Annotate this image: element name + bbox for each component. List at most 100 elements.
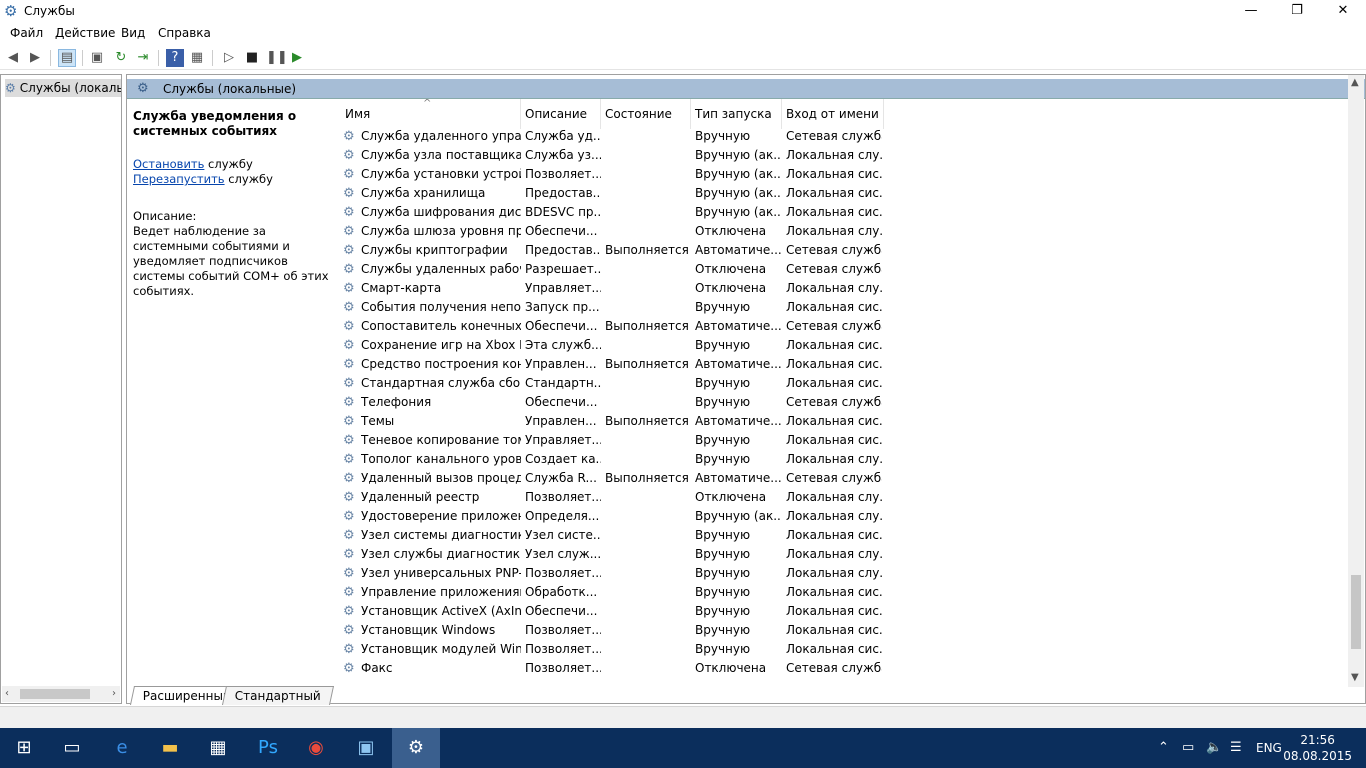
language-indicator[interactable]: ENG: [1256, 728, 1282, 768]
table-row[interactable]: ⚙ Служба узла поставщика ... Служба уз... В…: [341, 146, 1101, 165]
table-row[interactable]: ⚙ Удостоверение приложения Определя... Вруч…: [341, 507, 1101, 526]
maximize-button[interactable]: ❐: [1274, 0, 1320, 24]
store-icon[interactable]: ▦: [194, 728, 242, 768]
close-button[interactable]: ✕: [1320, 0, 1366, 24]
show-console-tree-icon[interactable]: ▤: [58, 49, 76, 67]
table-row[interactable]: ⚙ Служба шлюза уровня пр... Обеспечи... Отк…: [341, 222, 1101, 241]
stop-link-suffix: службу: [204, 157, 253, 171]
table-row[interactable]: ⚙ Удаленный вызов процеду... Служба R... Вы…: [341, 469, 1101, 488]
stop-service-icon[interactable]: ■: [243, 49, 261, 67]
table-row[interactable]: ⚙ События получения непо... Запуск пр... Вр…: [341, 298, 1101, 317]
table-row[interactable]: ⚙ Узел универсальных PNP-... Позволяет... В…: [341, 564, 1101, 583]
pause-service-icon[interactable]: ❚❚: [266, 49, 288, 67]
table-row[interactable]: ⚙ Телефония Обеспечи... Вручную Сетевая служ…: [341, 393, 1101, 412]
photoshop-icon[interactable]: Ps: [244, 728, 292, 768]
scrollbar-thumb[interactable]: [20, 689, 90, 699]
scroll-left-icon[interactable]: ‹: [5, 686, 9, 702]
table-row[interactable]: ⚙ Узел службы диагностики Узел служ... Вруч…: [341, 545, 1101, 564]
properties-icon[interactable]: ▣: [88, 49, 106, 67]
export-list-icon[interactable]: ⇥: [134, 49, 152, 67]
table-row[interactable]: ⚙ Служба удаленного управ... Служба уд... В…: [341, 127, 1101, 146]
network-icon[interactable]: ▭: [1182, 728, 1194, 768]
refresh-icon[interactable]: ↻: [112, 49, 130, 67]
menu-file[interactable]: Файл: [10, 26, 43, 40]
table-row[interactable]: ⚙ Служба шифрования диск... BDESVC пр... Вр…: [341, 203, 1101, 222]
table-row[interactable]: ⚙ Узел системы диагностики Узел систе... Вр…: [341, 526, 1101, 545]
edge-browser-icon[interactable]: e: [98, 728, 146, 768]
stop-service-link[interactable]: Остановить: [133, 157, 204, 171]
table-row[interactable]: ⚙ Удаленный реестр Позволяет... Отключена Ло…: [341, 488, 1101, 507]
service-description: Определя...: [525, 509, 600, 523]
file-explorer-icon[interactable]: ▬: [146, 728, 194, 768]
service-gear-icon: ⚙: [343, 604, 355, 619]
table-row[interactable]: ⚙ Служба хранилища Предостав... Вручную (ак…: [341, 184, 1101, 203]
scrollbar-thumb[interactable]: [1351, 575, 1361, 649]
service-logon-as: Сетевая служба: [786, 243, 882, 257]
table-row[interactable]: ⚙ Сопоставитель конечных ... Обеспечи... Вы…: [341, 317, 1101, 336]
menu-view[interactable]: Вид: [121, 26, 145, 40]
clock-time: 21:56: [1300, 733, 1335, 747]
scroll-up-icon[interactable]: ▲: [1351, 77, 1359, 88]
table-row[interactable]: ⚙ Установщик ActiveX (AxIns... Обеспечи...…: [341, 602, 1101, 621]
column-header-logon[interactable]: Вход от имени: [782, 99, 884, 129]
table-row[interactable]: ⚙ Служба установки устрой... Позволяет... В…: [341, 165, 1101, 184]
table-row[interactable]: ⚙ Тополог канального уровня Создает ка... В…: [341, 450, 1101, 469]
start-windows-icon[interactable]: ⊞: [0, 728, 48, 768]
volume-icon[interactable]: 🔈: [1206, 728, 1222, 768]
service-name: Службы криптографии: [361, 243, 508, 257]
scroll-right-icon[interactable]: ›: [112, 686, 116, 702]
service-state: [605, 393, 691, 412]
chrome-icon[interactable]: ◉: [292, 728, 340, 768]
minimize-button[interactable]: —: [1228, 0, 1274, 24]
table-row[interactable]: ⚙ Факс Позволяет... Отключена Сетевая служба: [341, 659, 1101, 678]
services-taskbar-gear-icon[interactable]: ⚙: [392, 728, 440, 768]
sort-ascending-icon: ^: [423, 99, 432, 109]
action-pane-icon[interactable]: ▦: [188, 49, 206, 67]
table-row[interactable]: ⚙ Установщик модулей Win... Позволяет... Вр…: [341, 640, 1101, 659]
list-vertical-scrollbar[interactable]: ▲ ▼: [1348, 75, 1364, 687]
tab-standard[interactable]: Стандартный: [221, 686, 334, 705]
column-header-description[interactable]: Описание: [521, 99, 601, 129]
tree-item-services-local[interactable]: ⚙ Службы (локалы: [5, 79, 121, 97]
tree-horizontal-scrollbar[interactable]: ‹ ›: [2, 686, 120, 702]
action-center-icon[interactable]: ☰: [1230, 728, 1242, 768]
table-row[interactable]: ⚙ Установщик Windows Позволяет... Вручную Ло…: [341, 621, 1101, 640]
service-description: Управлен...: [525, 414, 597, 428]
remote-desktop-icon[interactable]: ▣: [342, 728, 390, 768]
menu-help[interactable]: Справка: [158, 26, 211, 40]
service-state: [605, 450, 691, 469]
service-name: Служба установки устрой...: [361, 167, 521, 181]
restart-service-link[interactable]: Перезапустить: [133, 172, 225, 186]
table-row[interactable]: ⚙ Сохранение игр на Xbox Li... Эта служб..…: [341, 336, 1101, 355]
column-header-name[interactable]: ^ Имя: [341, 99, 521, 129]
show-hidden-icons-chevron-icon[interactable]: ⌃: [1158, 728, 1169, 768]
restart-service-icon[interactable]: ▶: [288, 49, 306, 67]
menu-action[interactable]: Действие: [55, 26, 115, 40]
service-description: Позволяет...: [525, 167, 601, 181]
clock[interactable]: 21:56 08.08.2015: [1283, 732, 1352, 764]
table-row[interactable]: ⚙ Темы Управлен... Выполняется Автоматиче...…: [341, 412, 1101, 431]
service-logon-as: Локальная сис...: [786, 604, 882, 618]
service-startup-type: Автоматиче...: [695, 471, 781, 485]
service-state: [605, 260, 691, 279]
service-startup-type: Отключена: [695, 281, 767, 295]
column-state-label: Состояние: [605, 107, 672, 121]
service-description: Обеспечи...: [525, 319, 598, 333]
column-header-startup[interactable]: Тип запуска: [691, 99, 782, 129]
table-row[interactable]: ⚙ Службы удаленных рабоч... Разрешает... От…: [341, 260, 1101, 279]
table-row[interactable]: ⚙ Теневое копирование тома Управляет... Вру…: [341, 431, 1101, 450]
back-arrow-icon[interactable]: ◀: [4, 49, 22, 67]
scroll-down-icon[interactable]: ▼: [1351, 672, 1359, 683]
column-header-state[interactable]: Состояние: [601, 99, 691, 129]
table-row[interactable]: ⚙ Смарт-карта Управляет... Отключена Локальн…: [341, 279, 1101, 298]
start-service-icon[interactable]: ▷: [220, 49, 238, 67]
service-startup-type: Автоматиче...: [695, 414, 781, 428]
table-row[interactable]: ⚙ Средство построения кон... Управлен... Вы…: [341, 355, 1101, 374]
table-row[interactable]: ⚙ Управление приложениями Обработк... Вручн…: [341, 583, 1101, 602]
table-row[interactable]: ⚙ Службы криптографии Предостав... Выполняе…: [341, 241, 1101, 260]
help-icon[interactable]: ?: [166, 49, 184, 67]
table-row[interactable]: ⚙ Стандартная служба сбор... Стандартн... В…: [341, 374, 1101, 393]
service-state: [605, 374, 691, 393]
forward-arrow-icon[interactable]: ▶: [26, 49, 44, 67]
task-view-icon[interactable]: ▭: [48, 728, 96, 768]
